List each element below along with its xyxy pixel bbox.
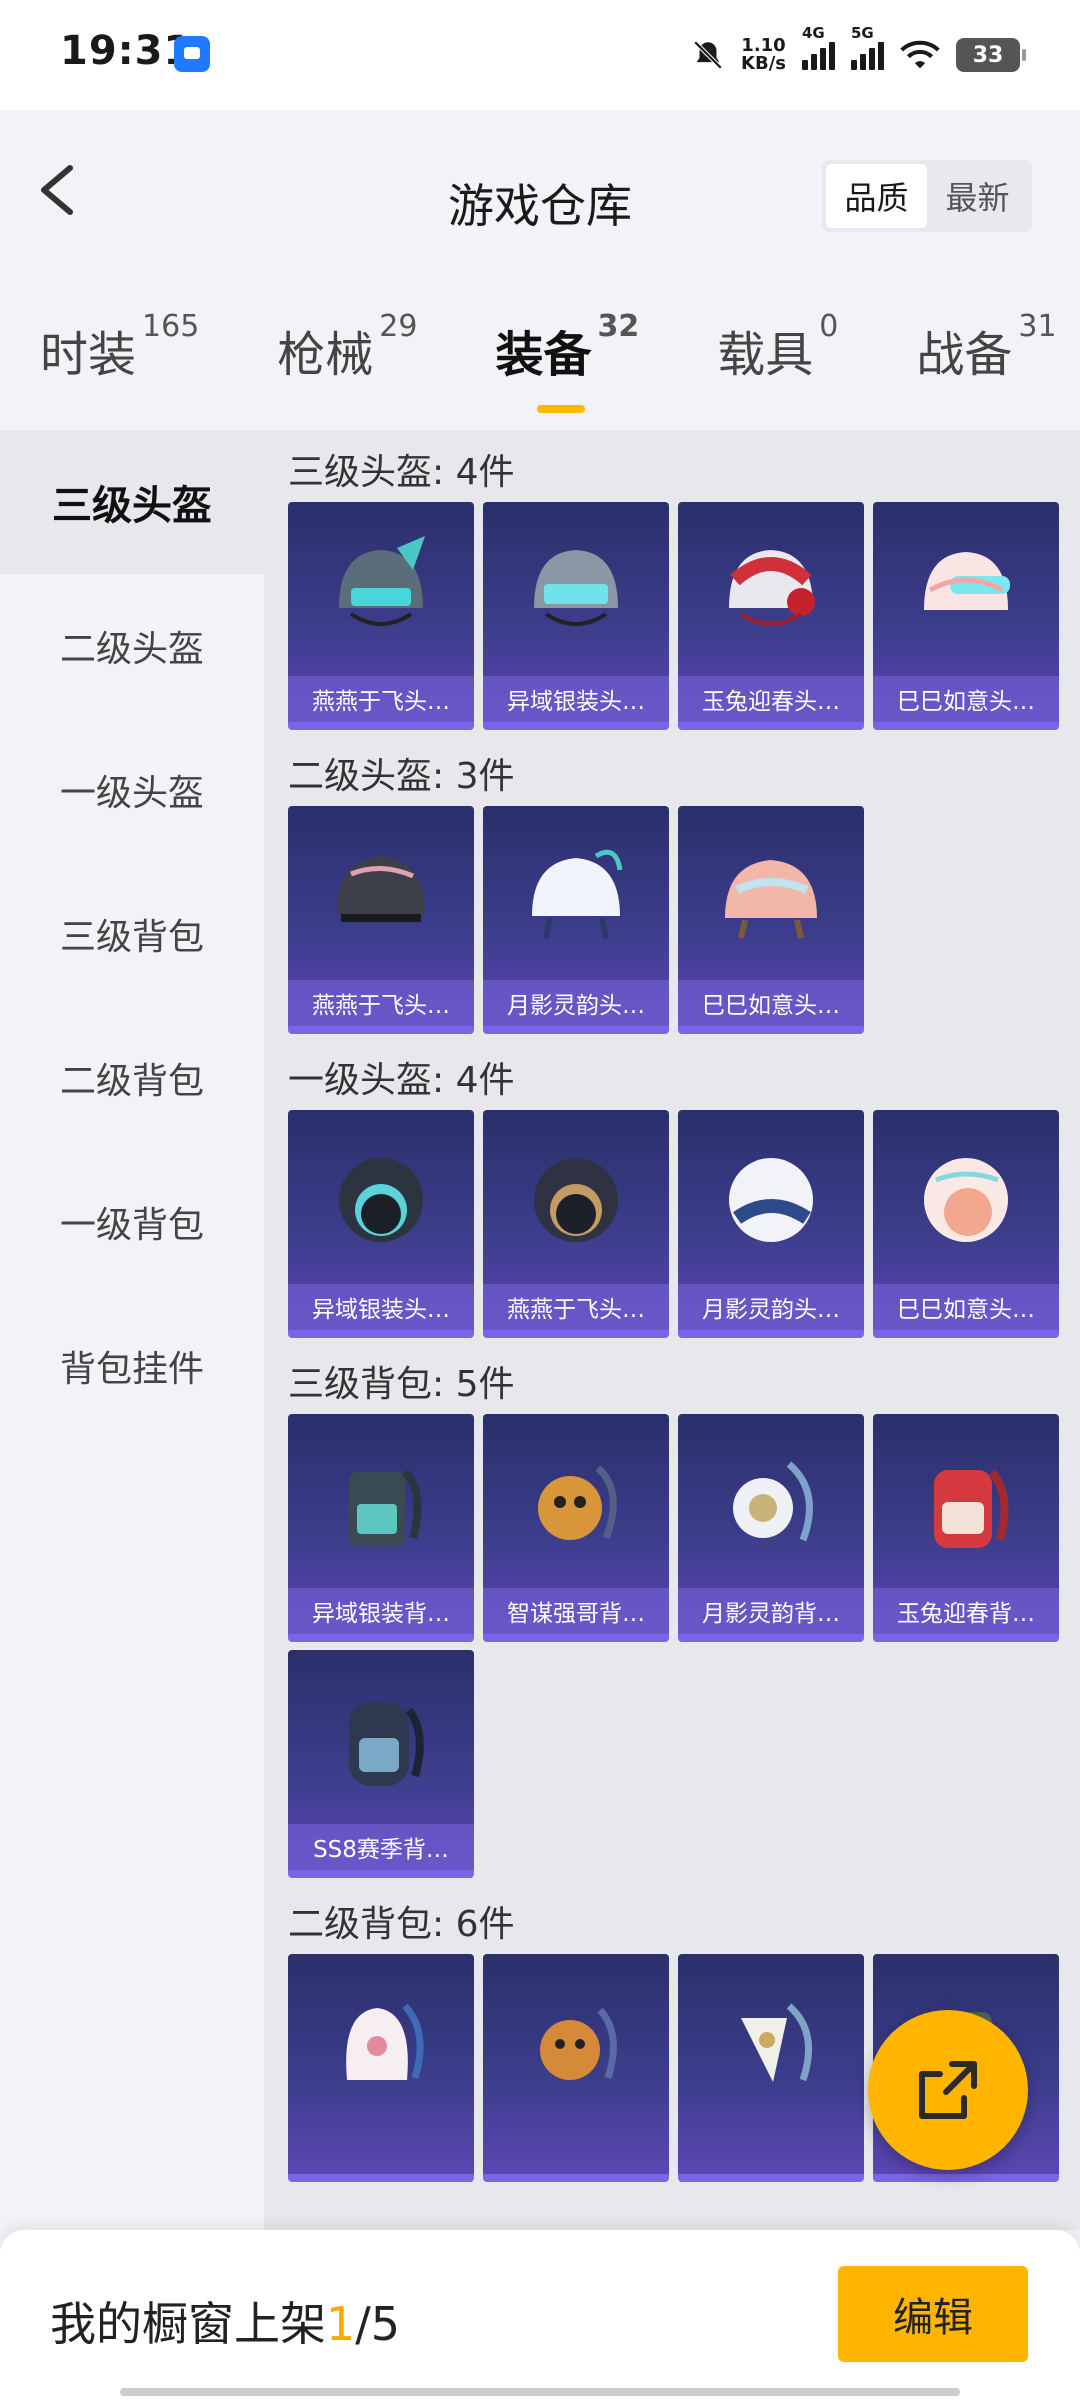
sidebar-item-backpack-lv2[interactable]: 二级背包	[0, 1006, 264, 1150]
app-notification-icon	[174, 36, 210, 72]
showcase-count: 我的橱窗上架1/5	[50, 2297, 401, 2351]
item-grid: 燕燕于飞头… 异域银装头… 玉兔迎春头… 巳巳如意头…	[288, 502, 1068, 730]
tab-equipment[interactable]: 装备 32	[495, 309, 639, 413]
tab-vehicles[interactable]: 载具 0	[717, 309, 838, 385]
helmet-icon	[725, 860, 817, 939]
item-card[interactable]: 异域银装头…	[483, 502, 669, 730]
backpack-icon	[733, 1461, 813, 1542]
backpack-icon	[346, 2003, 424, 2080]
helmet-icon	[534, 550, 618, 626]
item-card[interactable]	[678, 1954, 864, 2182]
sort-newest-button[interactable]: 最新	[927, 164, 1028, 228]
item-card[interactable]: 月影灵韵头…	[678, 1110, 864, 1338]
tab-guns[interactable]: 枪械 29	[277, 309, 417, 385]
section-title: 二级头盔: 3件	[288, 756, 515, 797]
page-header: 游戏仓库 品质 最新	[0, 110, 1080, 270]
section-title: 三级背包: 5件	[288, 1364, 515, 1405]
item-card[interactable]: 月影灵韵背…	[678, 1414, 864, 1642]
helmet-icon	[532, 849, 623, 939]
backpack-icon	[349, 1469, 422, 1546]
bottom-bar: 我的橱窗上架1/5 编辑	[0, 2230, 1080, 2400]
item-card[interactable]: 巳巳如意头…	[678, 806, 864, 1034]
tab-fashion[interactable]: 时装 165	[40, 309, 199, 385]
wifi-icon	[900, 40, 940, 69]
item-card[interactable]: 巳巳如意头…	[873, 502, 1059, 730]
sidebar-item-helmet-lv1[interactable]: 一级头盔	[0, 718, 264, 862]
mute-bell-icon	[693, 40, 723, 70]
item-card[interactable]: 燕燕于飞头…	[483, 1110, 669, 1338]
section-title: 一级头盔: 4件	[288, 1060, 515, 1101]
item-card[interactable]: 燕燕于飞头…	[288, 806, 474, 1034]
backpack-icon	[741, 2003, 812, 2082]
item-card[interactable]: 燕燕于飞头…	[288, 502, 474, 730]
battery-icon: 33	[956, 38, 1026, 72]
helmet-icon	[339, 536, 425, 626]
helmet-icon	[729, 550, 815, 626]
helmet-icon	[534, 1158, 618, 1242]
status-time: 19:31	[60, 28, 193, 74]
edit-button[interactable]: 编辑	[838, 2266, 1028, 2362]
sidebar-item-helmet-lv2[interactable]: 二级头盔	[0, 574, 264, 718]
signal-4g-icon: 4G	[802, 24, 835, 70]
item-grid: 燕燕于飞头… 月影灵韵头… 巳巳如意头…	[288, 806, 1068, 1034]
sidebar-item-backpack-charm[interactable]: 背包挂件	[0, 1294, 264, 1438]
backpack-icon	[540, 2007, 617, 2080]
item-card[interactable]	[288, 1954, 474, 2182]
section-title: 二级背包: 6件	[288, 1904, 515, 1945]
category-tabs: 时装 165 枪械 29 装备 32 载具 0 战备 31	[0, 270, 1080, 430]
item-card[interactable]: 月影灵韵头…	[483, 806, 669, 1034]
backpack-icon	[934, 1469, 1009, 1548]
gesture-bar	[120, 2388, 960, 2396]
item-card[interactable]: 玉兔迎春头…	[678, 502, 864, 730]
item-grid: 异域银装背… 智谋强哥背… 月影灵韵背… 玉兔迎春背… SS8赛季背…	[288, 1414, 1068, 1878]
item-card[interactable]: SS8赛季背…	[288, 1650, 474, 1878]
helmet-icon	[924, 552, 1010, 610]
share-icon	[919, 2061, 977, 2119]
item-card[interactable]: 玉兔迎春背…	[873, 1414, 1059, 1642]
share-button[interactable]	[868, 2010, 1028, 2170]
helmet-icon	[339, 1158, 423, 1242]
item-card[interactable]: 巳巳如意头…	[873, 1110, 1059, 1338]
item-card[interactable]: 异域银装背…	[288, 1414, 474, 1642]
item-grid: 异域银装头… 燕燕于飞头… 月影灵韵头… 巳巳如意头…	[288, 1110, 1068, 1338]
sidebar-item-backpack-lv3[interactable]: 三级背包	[0, 862, 264, 1006]
status-icons: 1.10 KB/s 4G 5G 33	[691, 24, 1026, 80]
item-card[interactable]: 智谋强哥背…	[483, 1414, 669, 1642]
item-list: 三级头盔: 4件 燕燕于飞头… 异域银装头… 玉兔迎春头… 巳巳如意头… 二级头…	[264, 430, 1080, 2230]
sidebar: 三级头盔 二级头盔 一级头盔 三级背包 二级背包 一级背包 背包挂件	[0, 430, 264, 2230]
helmet-icon	[337, 856, 425, 922]
signal-5g-icon: 5G	[851, 24, 884, 70]
tab-supplies[interactable]: 战备 31	[916, 309, 1056, 385]
sort-toggle: 品质 最新	[822, 160, 1032, 232]
item-card[interactable]	[483, 1954, 669, 2182]
sidebar-item-helmet-lv3[interactable]: 三级头盔	[0, 430, 264, 574]
backpack-icon	[538, 1465, 617, 1540]
backpack-icon	[349, 1702, 424, 1786]
status-bar: 19:31 1.10 KB/s 4G 5G 33	[0, 0, 1080, 110]
sidebar-item-backpack-lv1[interactable]: 一级背包	[0, 1150, 264, 1294]
section-title: 三级头盔: 4件	[288, 452, 515, 493]
item-card[interactable]: 异域银装头…	[288, 1110, 474, 1338]
network-speed: 1.10 KB/s	[741, 35, 786, 74]
helmet-icon	[924, 1158, 1008, 1242]
sort-quality-button[interactable]: 品质	[826, 164, 927, 228]
helmet-icon	[729, 1158, 813, 1242]
